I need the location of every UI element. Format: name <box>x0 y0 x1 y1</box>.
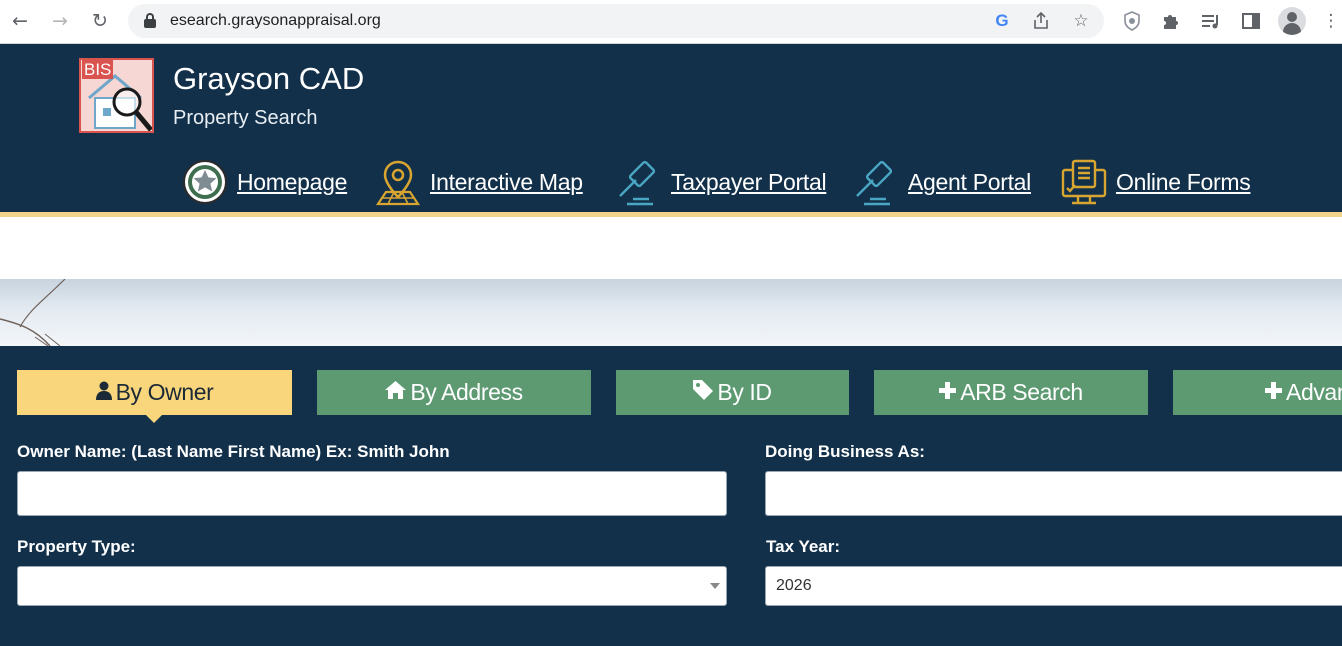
media-queue-icon[interactable] <box>1199 9 1223 33</box>
nav-link-label[interactable]: Interactive Map <box>430 169 583 196</box>
tab-arb-search[interactable]: ARB Search <box>874 370 1148 415</box>
share-icon[interactable] <box>1029 10 1053 32</box>
nav-link-label[interactable]: Taxpayer Portal <box>671 169 827 196</box>
tab-label: Advan <box>1286 379 1342 405</box>
tab-advanced[interactable]: Advan <box>1173 370 1342 415</box>
plus-icon <box>939 381 957 404</box>
tab-by-id[interactable]: By ID <box>616 370 849 415</box>
google-icon[interactable]: G <box>990 10 1014 32</box>
dba-label: Doing Business As: <box>765 442 925 461</box>
tab-label: By Owner <box>115 379 214 405</box>
nav-link-agent-portal[interactable]: Agent Portal <box>852 157 1031 207</box>
tab-label: ARB Search <box>960 379 1083 405</box>
nav-link-online-forms[interactable]: Online Forms <box>1060 157 1251 207</box>
url-text[interactable]: esearch.graysonappraisal.org <box>170 12 381 30</box>
nav-link-homepage[interactable]: Homepage <box>181 157 347 207</box>
gavel-icon <box>856 160 893 206</box>
nav-link-label[interactable]: Agent Portal <box>908 169 1031 196</box>
address-bar[interactable]: esearch.graysonappraisal.org G ☆ <box>128 4 1104 38</box>
owner-name-input[interactable] <box>17 471 727 516</box>
tag-icon <box>693 380 714 405</box>
tab-by-address[interactable]: By Address <box>317 370 591 415</box>
extensions-puzzle-icon[interactable] <box>1159 9 1183 33</box>
tab-label: By Address <box>410 379 523 405</box>
computer-form-icon <box>1061 159 1107 205</box>
plus-icon <box>1265 381 1282 404</box>
side-panel-icon[interactable] <box>1239 9 1263 33</box>
nav-link-interactive-map[interactable]: Interactive Map <box>374 157 583 207</box>
texas-seal-icon <box>183 160 227 204</box>
site-subtitle: Property Search <box>173 107 318 129</box>
nav-link-label[interactable]: Online Forms <box>1116 169 1251 196</box>
bis-logo[interactable]: BIS <box>79 58 154 133</box>
property-type-label: Property Type: <box>17 537 136 556</box>
chevron-down-icon <box>710 583 720 589</box>
tax-year-select[interactable]: 2026 <box>765 566 1342 606</box>
dba-input[interactable] <box>765 471 1342 516</box>
site-header: BIS Grayson CAD Property Search Homepage… <box>0 45 1342 213</box>
lock-icon[interactable] <box>144 13 156 29</box>
notice-band <box>0 217 1342 279</box>
tax-year-value: 2026 <box>776 577 812 594</box>
logo-text: BIS <box>82 60 114 79</box>
shield-extension-icon[interactable] <box>1120 9 1144 33</box>
nav-link-label[interactable]: Homepage <box>237 169 347 196</box>
nav-link-taxpayer-portal[interactable]: Taxpayer Portal <box>615 157 827 207</box>
tab-label: By ID <box>717 379 772 405</box>
forward-arrow-icon[interactable]: → <box>47 8 73 34</box>
sky-banner <box>0 279 1342 346</box>
profile-avatar-icon[interactable] <box>1278 7 1306 35</box>
property-type-select[interactable] <box>17 566 727 606</box>
map-pin-icon <box>375 160 421 206</box>
browser-toolbar: ← → ↻ esearch.graysonappraisal.org G ☆ ⋮ <box>0 0 1342 44</box>
tax-year-label: Tax Year: <box>766 537 841 556</box>
more-menu-icon[interactable]: ⋮ <box>1322 9 1340 33</box>
reload-icon[interactable]: ↻ <box>87 8 113 34</box>
home-icon <box>385 381 407 404</box>
user-icon <box>95 381 112 405</box>
tab-by-owner[interactable]: By Owner <box>17 370 292 415</box>
site-title: Grayson CAD <box>173 61 365 96</box>
active-tab-caret <box>145 414 163 423</box>
gavel-icon <box>619 160 656 206</box>
owner-name-label: Owner Name: (Last Name First Name) Ex: S… <box>17 442 450 461</box>
back-arrow-icon[interactable]: ← <box>7 8 33 34</box>
bookmark-star-icon[interactable]: ☆ <box>1069 10 1093 32</box>
